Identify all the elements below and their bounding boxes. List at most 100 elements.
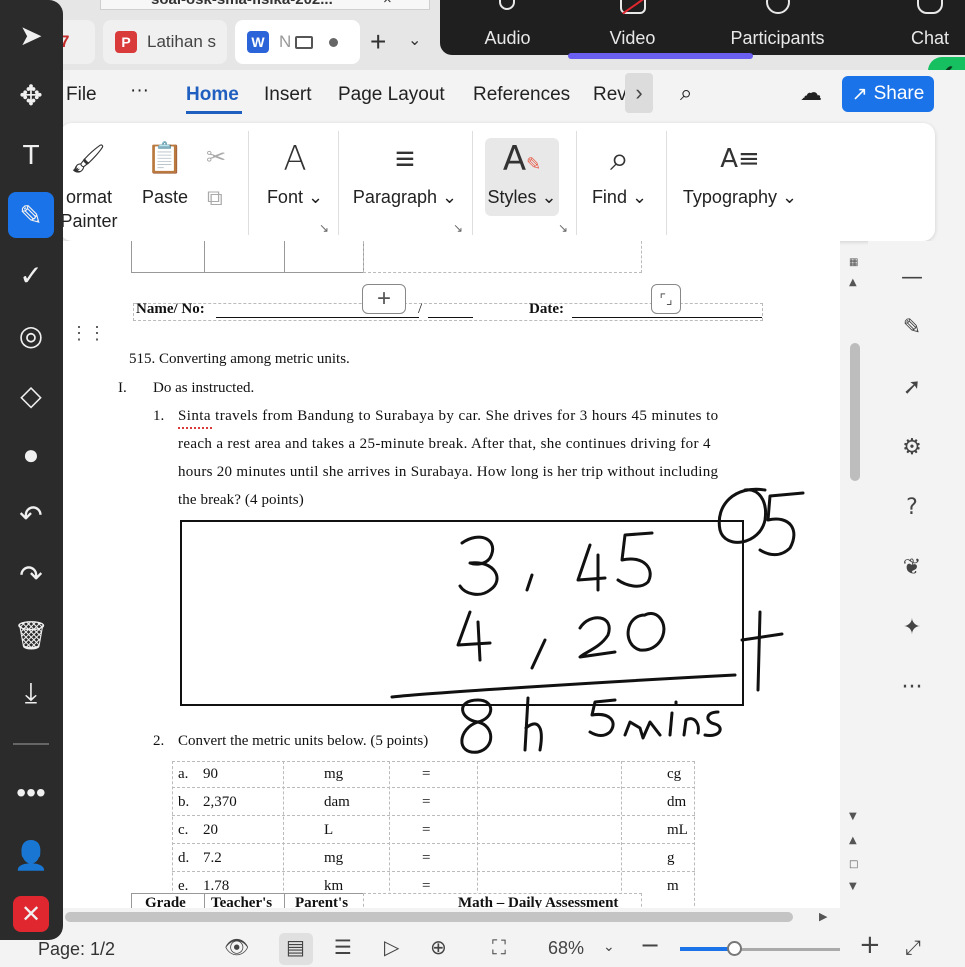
cut-icon[interactable]: ✂ [206, 143, 226, 172]
status-bar: Page: 1/2 👁 ▤ ☰ ▷ ⊕ ⛶ 68% ⌄ − + ⤢ [0, 929, 965, 967]
top-tab-close-icon[interactable]: × [383, 0, 392, 8]
tab-word[interactable]: W N [235, 20, 360, 64]
copy-icon[interactable]: ⧉ [207, 185, 223, 211]
zoom-out-icon[interactable]: − [640, 931, 660, 959]
row-letter: b. [178, 794, 190, 810]
search-icon[interactable]: ⌕ [680, 80, 692, 106]
paragraph-dialog-launcher-icon[interactable]: ↘ [453, 221, 463, 235]
horizontal-scrollbar[interactable]: ▶ [63, 908, 840, 928]
scroll-up-arrow-icon[interactable]: ▲ [849, 277, 857, 288]
spotlight-icon[interactable]: ◎ [8, 312, 54, 358]
typography-label: Typography ⌄ [682, 187, 798, 207]
assessment-heading: 515. Converting among metric units. [129, 351, 350, 367]
save-download-icon[interactable]: ⤓ [8, 670, 54, 716]
fit-page-icon[interactable]: ⛶ [492, 935, 506, 959]
screen-icon [295, 35, 314, 49]
eraser-icon[interactable]: ◇ [8, 372, 54, 418]
row-letter: d. [178, 850, 190, 866]
eco-leaf-icon[interactable]: ❦ [892, 547, 932, 587]
move-icon[interactable]: ✥ [8, 72, 54, 118]
top-tab[interactable]: soal-osk-sma-fisika-202... × [100, 0, 430, 10]
document-page[interactable]: Name/ No: / Date: + ⌜⌟ ⋮⋮ 515. Convertin… [63, 241, 840, 909]
vertical-scroll-thumb[interactable] [850, 343, 860, 481]
annotator-user-icon[interactable]: 👤 [8, 832, 54, 878]
tab-page-layout[interactable]: Page Layout [338, 84, 445, 106]
next-page-icon[interactable]: ▼ [849, 881, 857, 892]
font-dialog-launcher-icon[interactable]: ↘ [319, 221, 329, 235]
horizontal-scroll-thumb[interactable] [65, 912, 793, 922]
more-options-icon[interactable]: ··· [892, 667, 932, 707]
scroll-up-icon[interactable]: ▦ [849, 257, 858, 268]
scroll-right-icon[interactable]: ▶ [819, 910, 827, 923]
edit-pen-icon[interactable]: ✎ [892, 307, 932, 347]
audio-button[interactable]: Audio [465, 0, 550, 55]
help-icon[interactable]: ? [892, 487, 932, 527]
tab-references[interactable]: References [473, 84, 570, 106]
styles-dialog-launcher-icon[interactable]: ↘ [558, 221, 568, 235]
menu-more-icon[interactable]: ··· [130, 80, 149, 102]
format-painter-button[interactable]: 🖌 ormat Painter [60, 123, 122, 241]
paragraph-button[interactable]: ≡ Paragraph ⌄ [345, 123, 465, 241]
add-row-plus-icon[interactable]: + [362, 284, 406, 314]
more-tabs-chevron-icon[interactable]: › [625, 73, 653, 113]
typography-button[interactable]: A≡ Typography ⌄ [675, 123, 805, 241]
expand-table-icon[interactable]: ⌜⌟ [651, 284, 681, 314]
row-from-unit: dam [324, 794, 350, 810]
drag-handle-icon[interactable]: ⋮⋮ [70, 324, 106, 351]
text-tool-icon[interactable]: T [8, 132, 54, 178]
video-button[interactable]: Video [590, 0, 675, 55]
web-layout-globe-icon[interactable]: ⊕ [430, 935, 447, 959]
pen-tool-icon[interactable]: ✎ [8, 192, 54, 238]
menu-file[interactable]: File [66, 84, 97, 106]
previous-page-icon[interactable]: ▲ [849, 835, 857, 846]
tools-icon[interactable]: ✦ [892, 607, 932, 647]
checkmark-tool-icon[interactable]: ✓ [8, 252, 54, 298]
page-indicator[interactable]: Page: 1/2 [38, 939, 115, 960]
tab-list-chevron-icon[interactable]: ⌄ [408, 30, 421, 50]
font-label: Font ⌄ [266, 187, 324, 207]
zoom-slider-knob[interactable] [727, 941, 742, 956]
color-picker-icon[interactable]: ● [8, 432, 54, 478]
tab-insert[interactable]: Insert [264, 84, 312, 106]
browse-object-icon[interactable]: □ [849, 859, 858, 870]
home-ribbon: 🖌 ormat Painter 📋 Paste ✂ ⧉ A Font ⌄ ↘ ≡… [60, 123, 935, 241]
find-button[interactable]: ⌕ Find ⌄ [582, 123, 657, 241]
toolbar-divider [13, 743, 49, 745]
outline-view-icon[interactable]: ☰ [334, 935, 352, 959]
tab-home[interactable]: Home [186, 84, 239, 106]
new-tab-icon[interactable]: + [370, 26, 386, 58]
vertical-scrollbar[interactable]: ▦ ▲ ▼ ▲ □ ▼ [845, 255, 865, 905]
tab-review[interactable]: Rev [593, 84, 627, 106]
select-pointer-icon[interactable]: ➚ [892, 367, 932, 407]
participants-button[interactable]: Participants [720, 0, 835, 55]
date-blank[interactable] [572, 317, 762, 318]
ribbon-separator [576, 131, 577, 235]
cloud-upload-icon[interactable]: ☁ [800, 80, 822, 106]
full-screen-icon[interactable]: ⤢ [905, 935, 921, 959]
styles-button[interactable]: A✎ Styles ⌄ [485, 123, 559, 241]
paste-button[interactable]: 📋 Paste [130, 123, 200, 241]
table-cell [284, 241, 364, 273]
play-icon[interactable]: ▷ [384, 935, 399, 959]
adjust-sliders-icon[interactable]: ⚙ [892, 427, 932, 467]
read-mode-eye-icon[interactable]: 👁 [224, 935, 249, 959]
scroll-down-arrow-icon[interactable]: ▼ [849, 811, 857, 822]
name-blank[interactable] [216, 317, 419, 318]
number-blank[interactable] [428, 317, 473, 318]
redo-icon[interactable]: ↷ [8, 552, 54, 598]
pointer-arrow-icon[interactable]: ➤ [8, 12, 54, 58]
print-layout-icon[interactable]: ▤ [286, 935, 305, 959]
zoom-in-icon[interactable]: + [859, 930, 881, 960]
annotation-toolbar: ➤ ✥ T ✎ ✓ ◎ ◇ ● ↶ ↷ 🗑 ⤓ ••• 👤 ✕ [0, 0, 63, 940]
collapse-panel-icon[interactable]: — [892, 257, 932, 297]
more-tools-icon[interactable]: ••• [8, 770, 54, 816]
undo-icon[interactable]: ↶ [8, 492, 54, 538]
share-button[interactable]: ↗ Share [842, 76, 934, 112]
tab-pdf[interactable]: P Latihan s [103, 20, 227, 64]
answer-box[interactable] [180, 520, 744, 706]
close-annotation-icon[interactable]: ✕ [13, 896, 49, 932]
clear-trash-icon[interactable]: 🗑 [8, 612, 54, 658]
zoom-dropdown-chevron-icon[interactable]: ⌄ [603, 939, 615, 955]
chat-button[interactable]: Chat [900, 0, 960, 55]
zoom-level[interactable]: 68% [548, 938, 584, 959]
